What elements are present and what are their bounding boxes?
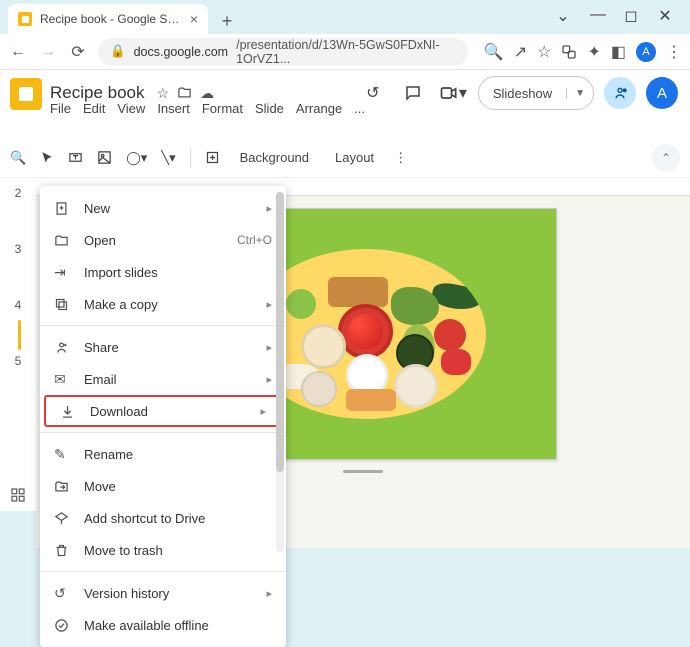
menu-insert[interactable]: Insert [157,101,190,116]
menu-make-copy[interactable]: Make a copy ▸ [40,288,286,320]
search-icon[interactable]: 🔍 [484,42,504,62]
lock-icon: 🔒 [110,44,126,59]
back-button[interactable]: ← [8,43,28,61]
share-icon [54,340,70,355]
minimize-icon[interactable]: — [590,6,604,26]
document-title[interactable]: Recipe book [50,83,145,103]
menu-arrange[interactable]: Arrange [296,101,342,116]
menu-offline[interactable]: Make available offline [40,609,286,641]
url-domain: docs.google.com [134,45,229,59]
submenu-arrow-icon: ▸ [266,202,272,215]
menu-import-slides[interactable]: ⇥ Import slides [40,256,286,288]
menu-move[interactable]: Move [40,470,286,502]
layout-button[interactable]: Layout [329,148,380,167]
bookmark-icon[interactable]: ◧ [611,42,626,62]
browser-avatar[interactable]: A [636,42,656,62]
image-tool-icon[interactable] [97,150,112,165]
chevron-down-icon[interactable]: ⌄ [556,6,570,26]
new-slide-icon[interactable] [205,150,220,165]
menu-move-trash[interactable]: Move to trash [40,534,286,566]
cloud-status-icon[interactable]: ☁ [200,85,214,102]
url-path: /presentation/d/13Wn-5GwS0FDxNI-1OrVZ1..… [236,38,456,66]
menu-view[interactable]: View [117,101,145,116]
shape-tool-icon[interactable]: ◯▾ [126,150,147,166]
comments-icon[interactable] [398,78,428,108]
history-icon: ↺ [54,585,70,602]
share-button[interactable] [604,77,636,109]
submenu-arrow-icon: ▸ [266,373,272,386]
thumb-num-3[interactable]: 3 [15,242,22,256]
grid-view-icon[interactable] [10,487,26,503]
extensions-icon[interactable]: ✦ [587,42,600,62]
submenu-arrow-icon: ▸ [266,298,272,311]
shortcut-icon [54,511,70,526]
menu-open[interactable]: Open Ctrl+O [40,224,286,256]
address-bar[interactable]: 🔒 docs.google.com/presentation/d/13Wn-5G… [98,38,468,66]
menubar: File Edit View Insert Format Slide Arran… [50,101,365,116]
menu-edit[interactable]: Edit [83,101,105,116]
more-tools-icon[interactable]: ⋮ [394,150,407,166]
menu-new[interactable]: New ▸ [40,192,286,224]
translate-icon[interactable] [561,44,577,60]
close-tab-icon[interactable]: × [190,11,198,27]
menu-download[interactable]: Download ▸ [44,395,282,427]
slideshow-dropdown[interactable]: ▼ [566,88,593,99]
copy-icon [54,297,70,312]
new-tab-button[interactable]: + [214,8,240,34]
thumb-num-2[interactable]: 2 [15,186,22,200]
menu-email[interactable]: ✉ Email ▸ [40,363,286,395]
menu-rename[interactable]: ✎ Rename [40,438,286,470]
collapse-toolbar-icon[interactable]: ⌃ [652,144,680,172]
browser-menu-icon[interactable]: ⋮ [666,42,682,62]
new-icon [54,201,70,216]
slideshow-button[interactable]: Slideshow ▼ [478,76,594,110]
account-avatar[interactable]: A [646,77,678,109]
import-icon: ⇥ [54,264,70,281]
menu-more[interactable]: ... [354,101,365,116]
background-button[interactable]: Background [234,148,315,167]
menu-version-history[interactable]: ↺ Version history ▸ [40,577,286,609]
selected-thumb-indicator [18,320,21,350]
offline-icon [54,618,70,633]
move-doc-icon[interactable] [177,85,192,102]
notes-resize-handle[interactable] [343,470,383,473]
menu-add-shortcut[interactable]: Add shortcut to Drive [40,502,286,534]
menu-scrollbar[interactable] [276,192,284,552]
rename-icon: ✎ [54,446,70,463]
slides-logo[interactable] [10,78,42,110]
email-icon: ✉ [54,371,70,388]
menu-share[interactable]: Share ▸ [40,331,286,363]
close-window-icon[interactable]: ✕ [658,6,672,26]
thumb-num-4[interactable]: 4 [15,298,22,312]
menu-slide[interactable]: Slide [255,101,284,116]
trash-icon [54,543,70,558]
star-doc-icon[interactable]: ☆ [157,85,170,102]
move-icon [54,479,70,494]
thumb-num-5[interactable]: 5 [15,354,22,368]
share-url-icon[interactable]: ↗ [514,42,527,62]
submenu-arrow-icon: ▸ [260,405,266,418]
search-tool-icon[interactable]: 🔍 [10,150,26,166]
download-icon [60,404,76,419]
slides-favicon [18,12,32,26]
toolbar: 🔍 ◯▾ ╲▾ Background Layout ⋮ ⌃ [0,138,690,178]
textbox-tool-icon[interactable] [68,150,83,165]
menu-format[interactable]: Format [202,101,243,116]
submenu-arrow-icon: ▸ [266,341,272,354]
tab-title: Recipe book - Google Slides [40,12,182,26]
browser-tab[interactable]: Recipe book - Google Slides × [8,4,208,34]
open-icon [54,233,70,248]
cursor-tool-icon[interactable] [40,151,54,165]
reload-button[interactable]: ⟳ [68,42,88,62]
line-tool-icon[interactable]: ╲▾ [161,150,175,166]
file-menu: New ▸ Open Ctrl+O ⇥ Import slides Make a… [40,186,286,647]
submenu-arrow-icon: ▸ [266,587,272,600]
star-icon[interactable]: ☆ [537,42,551,62]
maximize-icon[interactable]: ◻ [624,6,638,26]
menu-file[interactable]: File [50,101,71,116]
forward-button: → [38,43,58,61]
meet-icon[interactable]: ▾ [438,78,468,108]
